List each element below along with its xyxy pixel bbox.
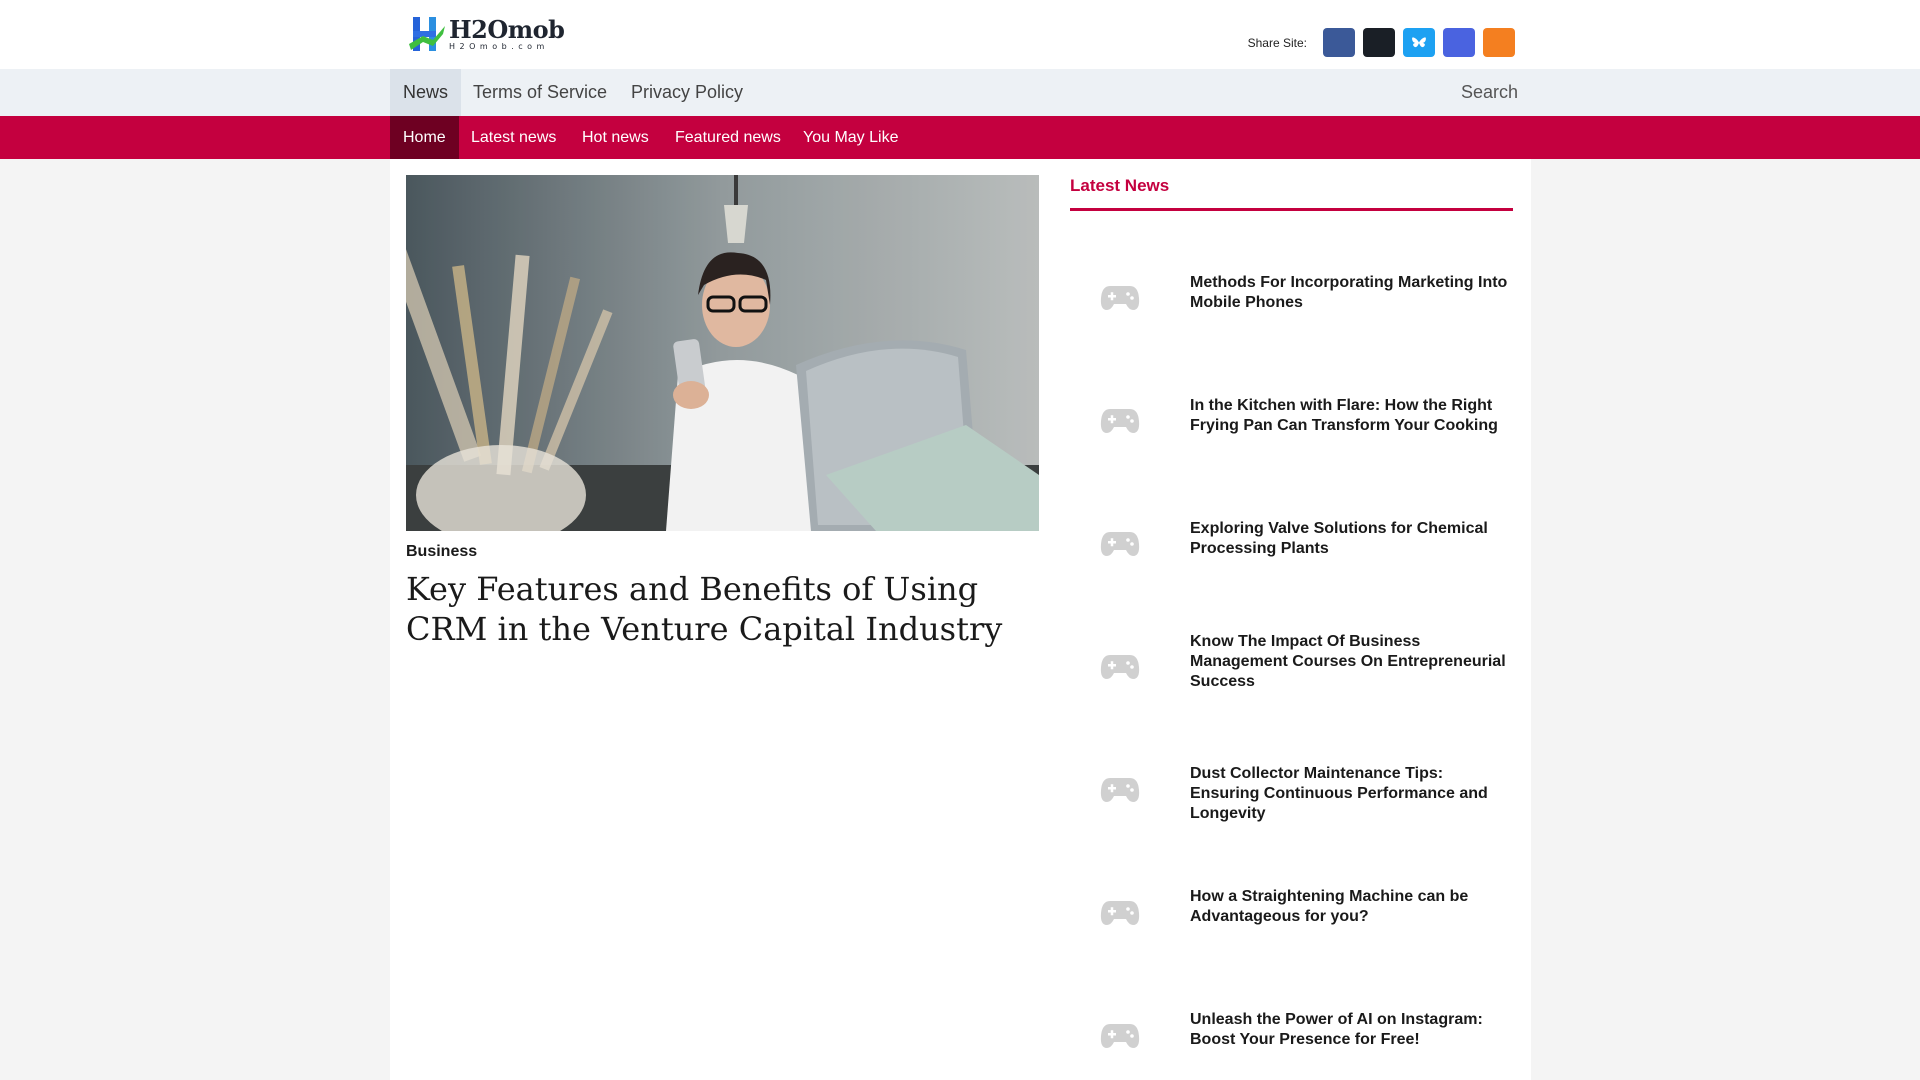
news-item-title[interactable]: How a Straightening Machine can be Advan… [1190, 887, 1513, 927]
share-x-button[interactable] [1363, 28, 1395, 57]
sidebar-title: Latest News [1070, 175, 1513, 211]
butterfly-icon [1412, 36, 1426, 47]
list-item[interactable]: In the Kitchen with Flare: How the Right… [1070, 370, 1513, 493]
news-item-title[interactable]: Methods For Incorporating Marketing Into… [1190, 273, 1513, 313]
featured-article-image[interactable] [406, 175, 1039, 531]
news-item-title[interactable]: Know The Impact Of Business Management C… [1190, 632, 1513, 692]
sub-navigation: Home Latest news Hot news Featured news … [0, 116, 1920, 159]
list-item[interactable]: How a Straightening Machine can be Advan… [1070, 862, 1513, 985]
rss-icon [1491, 35, 1507, 51]
subnav-item-latest-news[interactable]: Latest news [458, 116, 569, 159]
gamepad-icon [1100, 532, 1140, 556]
site-logo[interactable]: H2Omob H2Omob.com [409, 14, 565, 54]
gamepad-icon [1100, 655, 1140, 679]
thumbnail[interactable] [1070, 616, 1170, 716]
gamepad-icon [1100, 1024, 1140, 1048]
discord-icon [1451, 35, 1467, 51]
nav-item-privacy-policy[interactable]: Privacy Policy [618, 69, 756, 116]
subnav-item-featured-news[interactable]: Featured news [662, 116, 794, 159]
gamepad-icon [1100, 901, 1140, 925]
news-item-title[interactable]: Exploring Valve Solutions for Chemical P… [1190, 519, 1513, 559]
x-icon [1371, 35, 1387, 51]
list-item[interactable]: Dust Collector Maintenance Tips: Ensurin… [1070, 739, 1513, 862]
gamepad-icon [1100, 778, 1140, 802]
gamepad-icon [1100, 409, 1140, 433]
search-link[interactable]: Search [1461, 69, 1518, 116]
list-item[interactable]: Unleash the Power of AI on Instagram: Bo… [1070, 985, 1513, 1080]
share-facebook-button[interactable] [1323, 28, 1355, 57]
share-label: Share Site: [1247, 35, 1307, 50]
hero-photo-illustration [406, 175, 1039, 531]
article-category[interactable]: Business [406, 543, 477, 561]
article-title[interactable]: Key Features and Benefits of Using CRM i… [406, 569, 1039, 649]
list-item[interactable]: Exploring Valve Solutions for Chemical P… [1070, 493, 1513, 616]
thumbnail[interactable] [1070, 247, 1170, 347]
thumbnail[interactable] [1070, 739, 1170, 839]
facebook-icon [1331, 35, 1347, 51]
news-item-title[interactable]: Unleash the Power of AI on Instagram: Bo… [1190, 1010, 1513, 1050]
subnav-item-hot-news[interactable]: Hot news [569, 116, 662, 159]
thumbnail[interactable] [1070, 493, 1170, 593]
news-item-title[interactable]: Dust Collector Maintenance Tips: Ensurin… [1190, 764, 1513, 824]
logo-name: H2Omob [449, 14, 565, 44]
thumbnail[interactable] [1070, 370, 1170, 470]
nav-item-terms-of-service[interactable]: Terms of Service [460, 69, 620, 116]
thumbnail[interactable] [1070, 862, 1170, 962]
list-item[interactable]: Methods For Incorporating Marketing Into… [1070, 247, 1513, 370]
list-item[interactable]: Know The Impact Of Business Management C… [1070, 616, 1513, 739]
top-bar: H2Omob H2Omob.com Share Site: [0, 0, 1920, 69]
content-area: Business Key Features and Benefits of Us… [390, 159, 1531, 1080]
subnav-item-home[interactable]: Home [390, 116, 459, 159]
share-discord-button[interactable] [1443, 28, 1475, 57]
gamepad-icon [1100, 286, 1140, 310]
subnav-item-you-may-like[interactable]: You May Like [790, 116, 911, 159]
share-rss-button[interactable] [1483, 28, 1515, 57]
nav-item-news[interactable]: News [390, 69, 462, 116]
logo-tagline: H2Omob.com [449, 41, 549, 51]
thumbnail[interactable] [1070, 985, 1170, 1080]
news-item-title[interactable]: In the Kitchen with Flare: How the Right… [1190, 396, 1513, 436]
share-bluesky-button[interactable] [1403, 28, 1435, 57]
share-bar: Share Site: [1248, 28, 1515, 57]
logo-mark-icon [409, 17, 445, 51]
main-navigation: News Terms of Service Privacy Policy Sea… [0, 69, 1920, 116]
latest-news-sidebar: Latest News Methods For Incorporating Ma… [1070, 175, 1513, 1048]
